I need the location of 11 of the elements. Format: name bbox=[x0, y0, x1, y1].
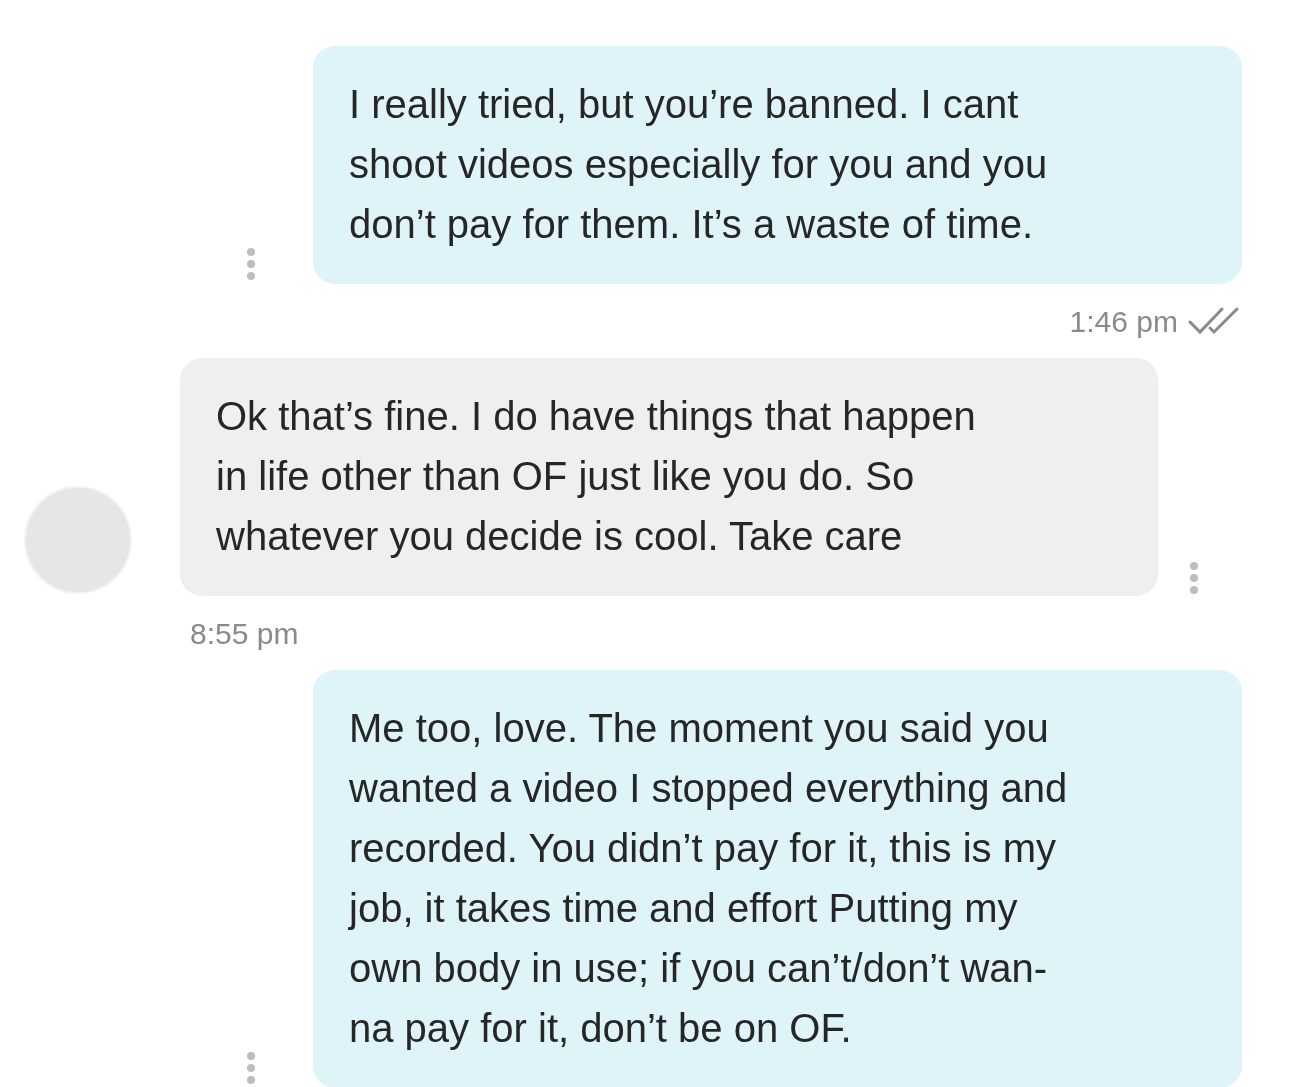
message-time: 8:55 pm bbox=[190, 615, 299, 652]
more-icon bbox=[246, 1051, 256, 1085]
more-options-button[interactable] bbox=[244, 1050, 258, 1086]
message-text: Me too, love. The moment you said you wanted a video I stopped everything and recorded. You didn’t pay for it, this is my job, it takes time and effort Putting my own body in use; if you can’t/don’t wan- na pay for it, don’t be on OF. bbox=[349, 705, 1069, 1052]
more-options-button[interactable] bbox=[1187, 560, 1201, 596]
more-options-button[interactable] bbox=[244, 246, 258, 282]
message-time: 1:46 pm bbox=[1069, 303, 1178, 340]
message-text: Ok that’s fine. I do have things that happen in life other than OF just like you do. So whatever you decide is cool. Take care bbox=[216, 393, 977, 560]
message-text: I really tried, but you’re banned. I cant shoot videos especially for you and you don’t pay for them. It’s a waste of time. bbox=[349, 81, 1049, 248]
more-icon bbox=[246, 247, 256, 281]
more-icon bbox=[1189, 561, 1199, 595]
